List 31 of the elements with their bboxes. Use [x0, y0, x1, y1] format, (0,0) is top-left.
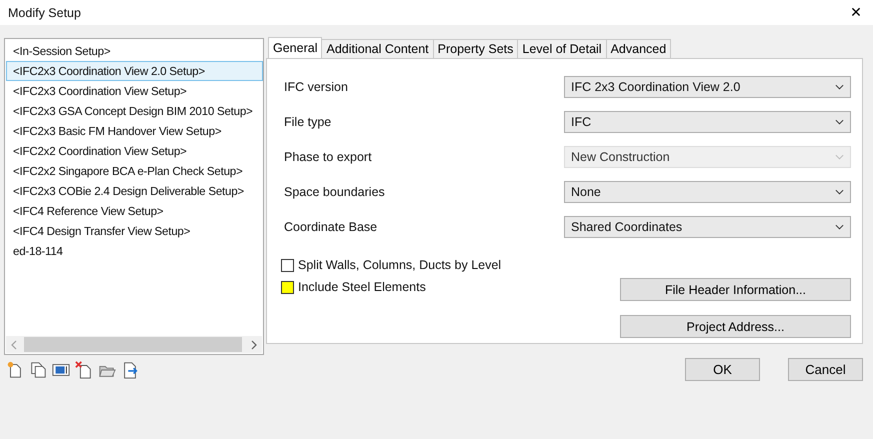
dropdown[interactable]: Shared Coordinates — [564, 216, 851, 238]
setup-item[interactable]: <IFC4 Design Transfer View Setup> — [6, 221, 263, 241]
panel-button[interactable]: File Header Information... — [620, 278, 851, 301]
close-button[interactable]: ✕ — [841, 0, 871, 24]
panel-button[interactable]: Project Address... — [620, 315, 851, 338]
dialog-button[interactable]: Cancel — [788, 358, 863, 381]
window-title: Modify Setup — [7, 6, 81, 20]
setup-item[interactable]: <IFC2x3 Coordination View Setup> — [6, 81, 263, 101]
setup-item[interactable]: <IFC2x3 Coordination View 2.0 Setup> — [6, 61, 263, 81]
tab[interactable]: Property Sets — [432, 39, 518, 58]
setup-item[interactable]: ed-18-114 — [6, 241, 263, 261]
setting-label: File type — [284, 114, 332, 128]
dropdown[interactable]: None — [564, 180, 851, 202]
setup-item[interactable]: <IFC4 Reference View Setup> — [6, 201, 263, 221]
tab[interactable]: Advanced — [606, 39, 672, 58]
dialog-button[interactable]: OK — [685, 358, 760, 381]
tab[interactable]: General — [268, 37, 322, 58]
setting-label: Space boundaries — [284, 184, 385, 198]
setting-label: Coordinate Base — [284, 220, 378, 234]
checkbox-label: Split Walls, Columns, Ducts by Level — [298, 258, 502, 272]
setup-item[interactable]: <IFC2x2 Coordination View Setup> — [6, 141, 263, 161]
setting-label: IFC version — [284, 80, 348, 94]
setup-item[interactable]: <In-Session Setup> — [6, 41, 263, 61]
setup-item[interactable]: <IFC2x3 COBie 2.4 Design Deliverable Setup> — [6, 181, 263, 201]
setting-label: Phase to export — [284, 150, 372, 164]
setup-item[interactable]: <IFC2x3 GSA Concept Design BIM 2010 Setup> — [6, 101, 263, 121]
dropdown[interactable]: IFC — [564, 110, 851, 132]
setup-item[interactable]: <IFC2x2 Singapore BCA e-Plan Check Setup> — [6, 161, 263, 181]
dropdown[interactable]: IFC 2x3 Coordination View 2.0 — [564, 76, 851, 98]
setup-item[interactable]: <IFC2x3 Basic FM Handover View Setup> — [6, 121, 263, 141]
checkbox-label: Include Steel Elements — [298, 280, 426, 294]
